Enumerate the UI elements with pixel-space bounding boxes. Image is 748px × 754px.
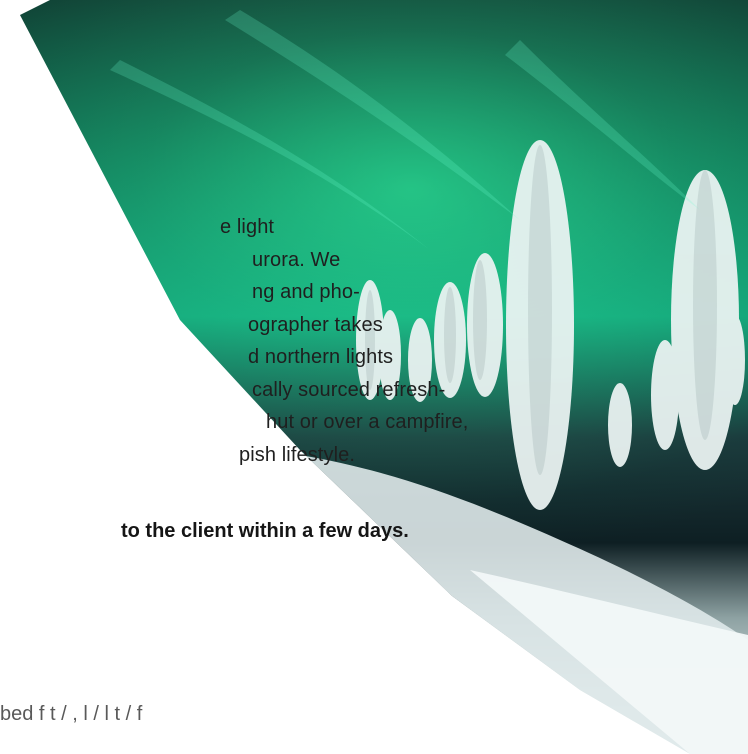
article-text: e light urora. We ng and pho- ographer t… [0, 0, 748, 754]
para-line-2: urora. We [252, 249, 341, 271]
para-line-6: cally sourced refresh- [252, 379, 446, 401]
para-line-3: ng and pho- [252, 281, 360, 303]
para-line-7: hut or over a campfire, [266, 411, 469, 433]
para-line-8: pish lifestyle. [239, 444, 355, 466]
delivery-note: to the client within a few days. [121, 520, 409, 542]
para-line-1: e light [220, 216, 275, 238]
partial-bottom-text: bed f t / , l / l t / f [0, 703, 143, 725]
para-line-4: ographer takes [248, 314, 383, 336]
para-line-5: d northern lights [248, 346, 394, 368]
